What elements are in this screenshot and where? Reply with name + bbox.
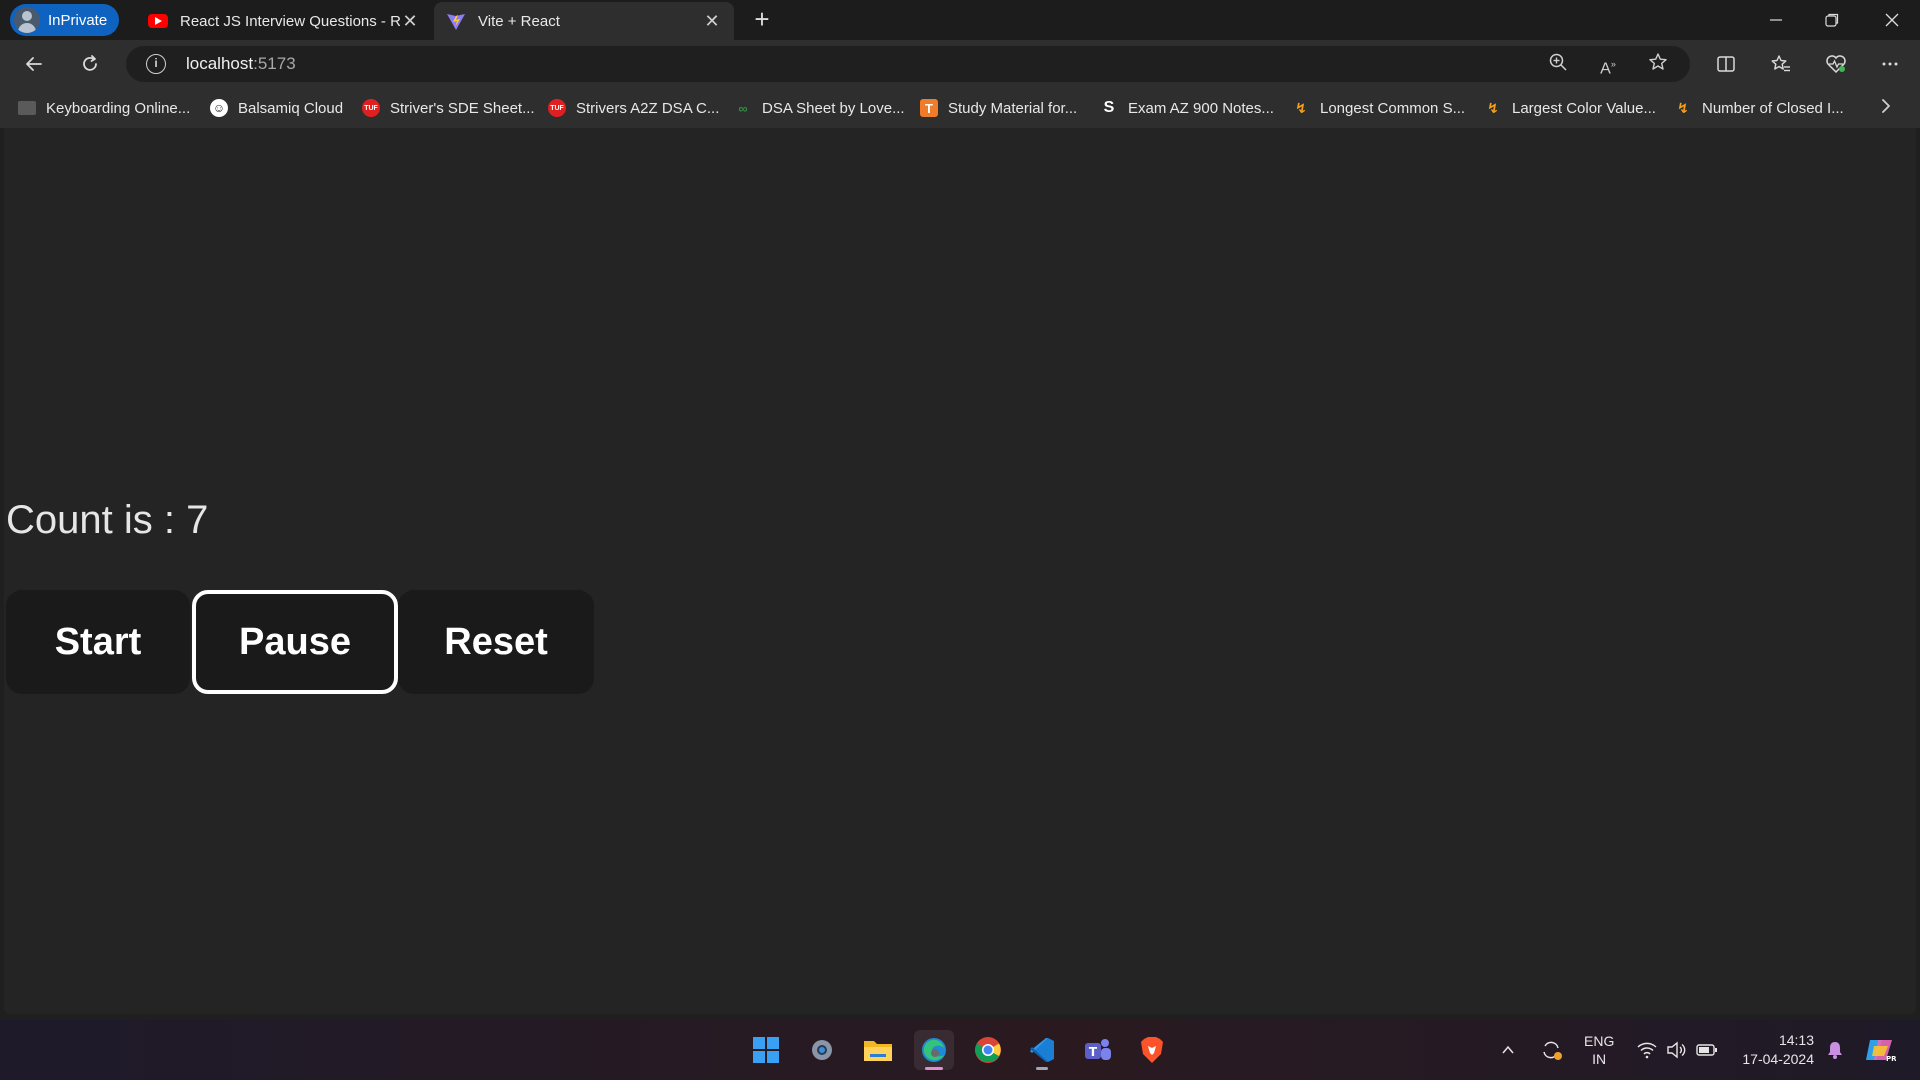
region-code: IN <box>1592 1051 1607 1067</box>
clock-date: 17-04-2024 <box>1742 1051 1814 1067</box>
bookmark-label: Strivers A2Z DSA C... <box>576 99 720 117</box>
bookmark-label: Balsamiq Cloud <box>238 99 344 117</box>
minimize-icon[interactable] <box>1748 0 1804 40</box>
sync-icon[interactable] <box>1540 1020 1564 1080</box>
leetcode-icon: ↯ <box>1677 99 1689 116</box>
inprivate-badge[interactable]: InPrivate <box>10 4 120 36</box>
leetcode-icon: ↯ <box>1295 99 1307 116</box>
volume-icon[interactable] <box>1666 1020 1686 1080</box>
split-screen-icon[interactable] <box>1710 48 1742 80</box>
close-window-icon[interactable] <box>1864 0 1920 40</box>
new-tab-button[interactable]: + <box>748 6 776 34</box>
bookmark-label: Longest Common S... <box>1320 99 1466 117</box>
bookmark-closed-islands[interactable]: ↯ Number of Closed I... <box>1674 97 1844 119</box>
vscode-icon[interactable] <box>1022 1030 1062 1070</box>
copilot-icon[interactable]: PRE <box>1864 1020 1896 1080</box>
s-icon: S <box>1103 99 1115 116</box>
chevron-right-icon[interactable] <box>1878 96 1894 122</box>
close-tab-icon[interactable]: ✕ <box>400 11 420 32</box>
bookmark-largest-color[interactable]: ↯ Largest Color Value... <box>1484 97 1656 119</box>
tuf-icon: TUF <box>362 99 380 117</box>
leetcode-icon: ↯ <box>1487 99 1499 116</box>
site-info-icon[interactable]: i <box>146 54 166 74</box>
tab-title: Vite + React <box>478 12 560 30</box>
read-aloud-icon[interactable]: A» <box>1596 52 1620 77</box>
bookmark-striver-sde[interactable]: TUF Striver's SDE Sheet... <box>362 97 535 119</box>
file-explorer-icon[interactable] <box>858 1030 898 1070</box>
bookmark-keyboarding[interactable]: Keyboarding Online... <box>18 97 190 119</box>
battery-icon[interactable] <box>1696 1020 1718 1080</box>
back-icon[interactable] <box>18 48 50 80</box>
keyboard-icon <box>18 101 36 115</box>
profile-avatar-icon <box>14 7 40 33</box>
bookmark-az900[interactable]: S Exam AZ 900 Notes... <box>1100 97 1274 119</box>
bookmark-label: Number of Closed I... <box>1702 99 1844 117</box>
taskbar: T ENG IN 14:13 17-04-2024 PRE <box>0 1020 1920 1080</box>
bookmark-dsa-love[interactable]: ∞ DSA Sheet by Love... <box>734 97 905 119</box>
bookmark-label: Largest Color Value... <box>1512 99 1656 117</box>
gfg-icon: ∞ <box>738 100 748 116</box>
tab-vite-react[interactable]: Vite + React ✕ <box>434 2 734 40</box>
bookmark-label: DSA Sheet by Love... <box>762 99 905 117</box>
refresh-icon[interactable] <box>74 48 106 80</box>
clock[interactable]: 14:13 17-04-2024 <box>1736 1020 1814 1080</box>
t-icon: T <box>920 99 938 117</box>
address-bar[interactable]: i localhost:5173 A» <box>126 46 1690 82</box>
brave-icon[interactable] <box>1132 1030 1172 1070</box>
browser-toolbar: i localhost:5173 A» <box>0 40 1920 88</box>
start-button[interactable]: Start <box>6 590 190 694</box>
bookmark-label: Keyboarding Online... <box>46 99 191 117</box>
running-indicator <box>1036 1067 1048 1070</box>
bookmarks-bar: Keyboarding Online... ☺ Balsamiq Cloud T… <box>0 88 1920 128</box>
pause-button[interactable]: Pause <box>192 590 398 694</box>
balsamiq-icon: ☺ <box>210 99 228 117</box>
bookmark-balsamiq[interactable]: ☺ Balsamiq Cloud <box>210 97 343 119</box>
chrome-icon[interactable] <box>968 1030 1008 1070</box>
notification-bell-icon[interactable] <box>1826 1020 1844 1080</box>
windows-start-icon[interactable] <box>746 1030 786 1070</box>
svg-text:PRE: PRE <box>1886 1055 1896 1063</box>
show-hidden-icons[interactable] <box>1500 1020 1516 1080</box>
clock-time: 14:13 <box>1778 1032 1814 1048</box>
inprivate-label: InPrivate <box>48 11 108 29</box>
url-text[interactable]: localhost:5173 <box>186 54 296 74</box>
settings-icon[interactable] <box>802 1030 842 1070</box>
language-indicator[interactable]: ENG IN <box>1584 1020 1614 1080</box>
edge-icon[interactable] <box>914 1030 954 1070</box>
page-viewport: Count is : 7 Start Pause Reset <box>4 128 1916 1014</box>
tab-title: React JS Interview Questions - Re <box>180 12 400 30</box>
bookmark-label: Study Material for... <box>948 99 1078 117</box>
count-display: Count is : 7 <box>6 498 209 542</box>
language-code: ENG <box>1584 1033 1615 1049</box>
tuf-icon: TUF <box>548 99 566 117</box>
bookmark-study-material[interactable]: T Study Material for... <box>920 97 1077 119</box>
tab-strip: InPrivate React JS Interview Questions -… <box>0 0 1920 40</box>
zoom-icon[interactable] <box>1546 52 1570 76</box>
bookmark-label: Striver's SDE Sheet... <box>390 99 535 117</box>
more-options-icon[interactable] <box>1874 48 1906 80</box>
close-tab-icon[interactable]: ✕ <box>702 11 722 32</box>
bookmark-longest-common[interactable]: ↯ Longest Common S... <box>1292 97 1465 119</box>
reset-button[interactable]: Reset <box>398 590 594 694</box>
active-indicator <box>925 1067 943 1070</box>
tab-react-interview[interactable]: React JS Interview Questions - Re ✕ <box>136 2 432 40</box>
wifi-icon[interactable] <box>1636 1020 1658 1080</box>
svg-text:T: T <box>1089 1045 1098 1059</box>
teams-icon[interactable]: T <box>1078 1030 1118 1070</box>
youtube-icon <box>148 11 168 31</box>
restore-icon[interactable] <box>1804 0 1860 40</box>
browser-essentials-icon[interactable] <box>1820 48 1852 80</box>
favorite-star-icon[interactable] <box>1646 52 1670 76</box>
bookmark-striver-a2z[interactable]: TUF Strivers A2Z DSA C... <box>548 97 719 119</box>
vite-icon <box>446 11 466 31</box>
bookmark-label: Exam AZ 900 Notes... <box>1128 99 1274 117</box>
favorites-icon[interactable] <box>1765 48 1797 80</box>
